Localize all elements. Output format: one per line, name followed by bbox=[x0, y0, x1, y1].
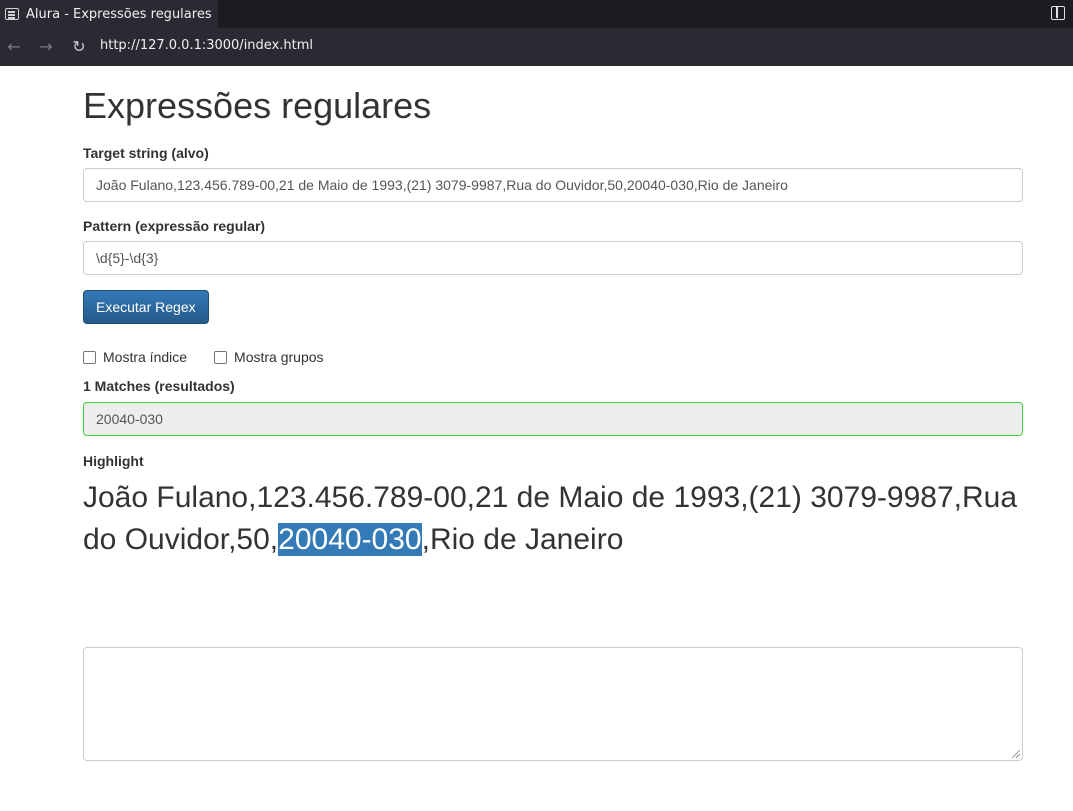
pattern-input[interactable]: \d{5}-\d{3} bbox=[83, 241, 1023, 275]
highlight-match: 20040-030 bbox=[278, 523, 422, 556]
page-title: Expressões regulares bbox=[83, 85, 432, 126]
show-groups-option[interactable]: Mostra grupos bbox=[214, 349, 324, 365]
highlight-output: João Fulano,123.456.789-00,21 de Maio de… bbox=[83, 477, 1023, 561]
resize-handle-icon[interactable] bbox=[1012, 750, 1020, 758]
sidebar-toggle-icon[interactable] bbox=[1051, 6, 1065, 20]
browser-nav-bar: ← → ↻ http://127.0.0.1:3000/index.html bbox=[0, 28, 1073, 66]
pattern-label: Pattern (expressão regular) bbox=[83, 218, 266, 234]
show-groups-checkbox[interactable] bbox=[214, 350, 228, 364]
show-index-label: Mostra índice bbox=[103, 349, 188, 365]
matches-output: 20040-030 bbox=[83, 402, 1023, 436]
tab-title: Alura - Expressões regulares bbox=[26, 6, 212, 22]
page-icon bbox=[5, 8, 19, 20]
forward-arrow-icon[interactable]: → bbox=[36, 37, 56, 57]
matches-label: 1 Matches (resultados) bbox=[83, 378, 235, 394]
back-arrow-icon[interactable]: ← bbox=[4, 37, 24, 57]
options-row: Mostra índice Mostra grupos bbox=[83, 347, 1023, 367]
highlight-text-after: ,Rio de Janeiro bbox=[421, 523, 624, 556]
target-input[interactable]: João Fulano,123.456.789-00,21 de Maio de… bbox=[83, 168, 1023, 202]
address-bar[interactable]: http://127.0.0.1:3000/index.html bbox=[100, 38, 313, 53]
highlight-label: Highlight bbox=[83, 453, 144, 469]
execute-regex-button[interactable]: Executar Regex bbox=[83, 290, 209, 324]
target-label: Target string (alvo) bbox=[83, 145, 209, 161]
page-content: Expressões regulares Target string (alvo… bbox=[83, 66, 1023, 761]
show-groups-label: Mostra grupos bbox=[234, 349, 324, 365]
show-index-checkbox[interactable] bbox=[83, 350, 96, 364]
reload-icon[interactable]: ↻ bbox=[69, 37, 89, 57]
browser-tab[interactable]: Alura - Expressões regulares bbox=[0, 0, 218, 28]
show-index-option[interactable]: Mostra índice bbox=[83, 349, 187, 365]
button-row: Executar Regex bbox=[83, 290, 1023, 324]
browser-tab-bar: Alura - Expressões regulares bbox=[0, 0, 1073, 28]
output-textarea[interactable] bbox=[83, 647, 1023, 761]
